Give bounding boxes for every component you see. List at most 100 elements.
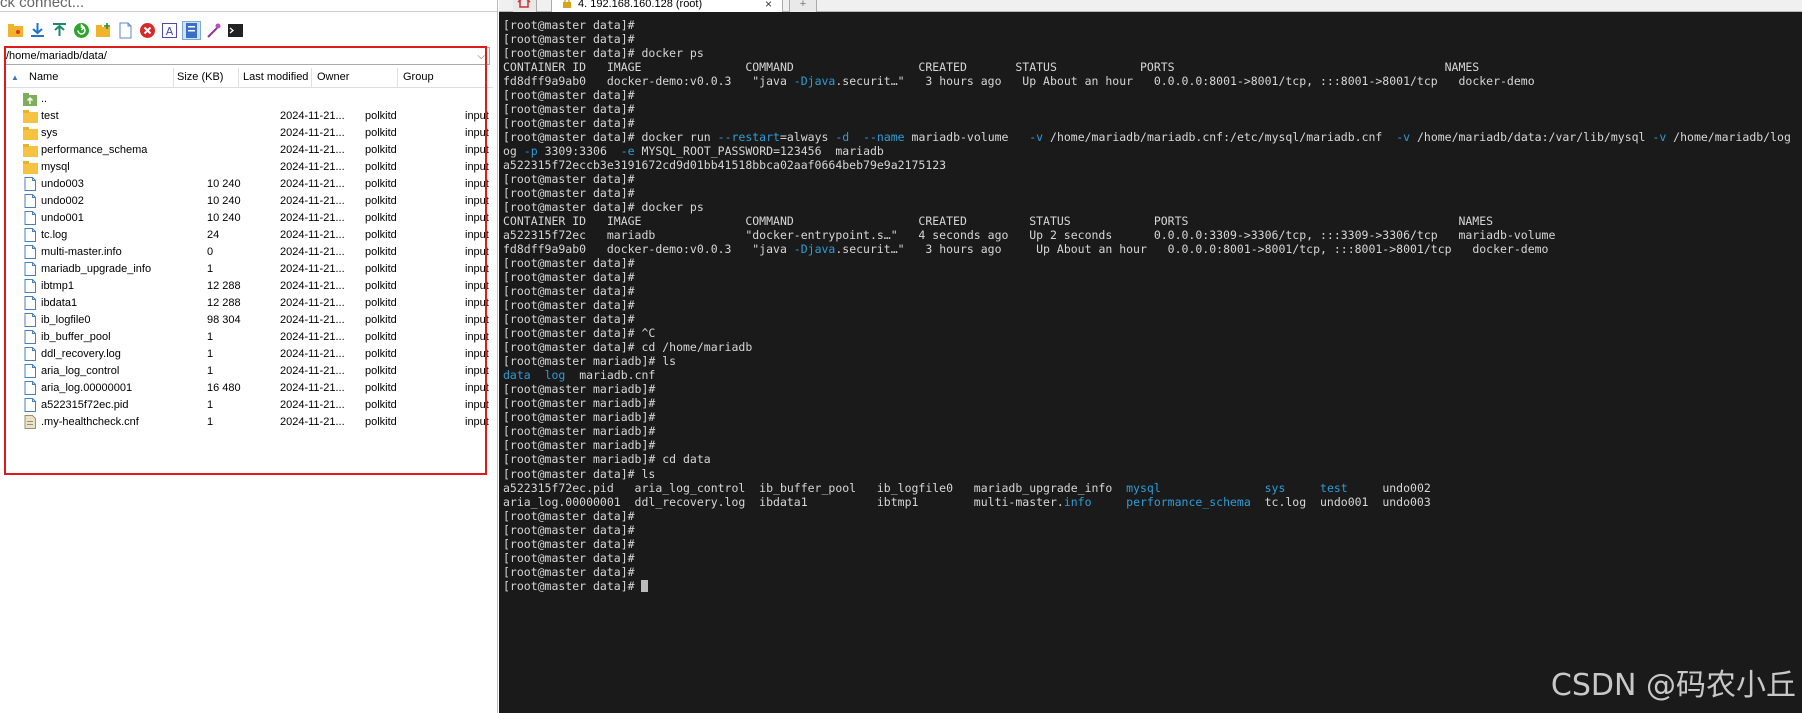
terminal-line: [root@master data]# (503, 579, 1791, 593)
file-name: ddl_recovery.log (41, 348, 121, 360)
file-name: tc.log (41, 229, 68, 241)
upload-icon[interactable] (50, 21, 69, 40)
terminal-text: [root@master data]# (503, 256, 635, 271)
file-group: input (465, 178, 489, 190)
terminal-line: [root@master data]# (503, 565, 1791, 579)
terminal-icon[interactable] (226, 21, 245, 40)
chevron-down-icon[interactable]: ⌵ (477, 49, 485, 65)
close-icon[interactable]: × (765, 0, 772, 11)
file-modified: 2024-11-21... (280, 161, 345, 173)
file-modified: 2024-11-21... (280, 195, 345, 207)
open-folder-icon[interactable] (6, 21, 25, 40)
column-modified[interactable]: Last modified (243, 71, 308, 83)
file-modified: 2024-11-21... (280, 382, 345, 394)
file-modified: 2024-11-21... (280, 144, 345, 156)
terminal-highlight-text: -Djava (793, 242, 836, 257)
quick-connect-bar[interactable]: ck connect... (0, 0, 497, 12)
terminal-text: [root@master data]# (503, 102, 635, 117)
terminal-text: 3309:3306 (537, 144, 621, 159)
file-row[interactable]: ibtmp1 12 288 2024-11-21... polkitd input (5, 278, 493, 295)
folder-icon (23, 127, 38, 140)
file-row[interactable]: ib_buffer_pool 1 2024-11-21... polkitd input (5, 329, 493, 346)
file-size: 12 288 (207, 280, 241, 292)
column-group[interactable]: Group (403, 71, 434, 83)
file-modified: 2024-11-21... (280, 365, 345, 377)
terminal-text: [root@master mariadb]# (503, 382, 656, 397)
terminal-highlight-text: sys (1264, 480, 1286, 495)
file-name: undo003 (41, 178, 84, 190)
terminal-line: [root@master mariadb]# (503, 438, 1791, 452)
terminal-line: fd8dff9a9ab0 docker-demo:v0.0.3 "java -D… (503, 74, 1791, 88)
terminal-output[interactable]: [root@master data]# [root@master data]# [r… (503, 18, 1791, 593)
file-row[interactable]: undo003 10 240 2024-11-21... polkitd input (5, 176, 493, 193)
file-name: sys (41, 127, 58, 139)
terminal-highlight-text: performance_schema (1126, 494, 1251, 509)
column-name[interactable]: Name (29, 71, 58, 83)
file-icon (24, 381, 36, 395)
file-row[interactable]: undo001 10 240 2024-11-21... polkitd input (5, 210, 493, 227)
file-row[interactable]: undo002 10 240 2024-11-21... polkitd input (5, 193, 493, 210)
file-row[interactable]: mariadb_upgrade_info 1 2024-11-21... polkit… (5, 261, 493, 278)
file-row[interactable]: sys 2024-11-21... polkitd input (5, 125, 493, 142)
file-icon (24, 262, 36, 276)
file-row[interactable]: aria_log.00000001 16 480 2024-11-21... polk… (5, 380, 493, 397)
terminal-highlight-text: --restart (717, 130, 780, 145)
properties-icon[interactable] (182, 21, 201, 40)
new-folder-icon[interactable] (94, 21, 113, 40)
terminal-line: [root@master mariadb]# (503, 382, 1791, 396)
terminal-line: [root@master mariadb]# (503, 410, 1791, 424)
file-group: input (465, 348, 489, 360)
terminal-text: [root@master data]# (503, 578, 642, 593)
chmod-icon[interactable] (204, 21, 223, 40)
tab-session[interactable]: 4. 192.168.160.128 (root) × (551, 0, 783, 12)
file-row[interactable]: mysql 2024-11-21... polkitd input (5, 159, 493, 176)
file-row[interactable]: ib_logfile0 98 304 2024-11-21... polkitd inp… (5, 312, 493, 329)
file-size: 16 480 (207, 382, 241, 394)
tab-home[interactable] (513, 0, 537, 12)
terminal-text: [root@master data]# (503, 186, 635, 201)
terminal-line: CONTAINER ID IMAGE COMMAND CREATED STATU… (503, 214, 1791, 228)
terminal-text: [root@master data]# ^C (503, 326, 656, 341)
file-row[interactable]: ibdata1 12 288 2024-11-21... polkitd input (5, 295, 493, 312)
session-tab-bar: 4. 192.168.160.128 (root) × + (499, 0, 1802, 12)
file-row[interactable]: .my-healthcheck.cnf 1 2024-11-21... polkitd… (5, 414, 493, 431)
terminal-text: a522315f72ec.pid aria_log_control ib_buf… (503, 480, 1127, 495)
terminal-text: aria_log.00000001 ddl_recovery.log ibdat… (503, 494, 1064, 509)
file-modified: 2024-11-21... (280, 229, 345, 241)
refresh-icon[interactable] (72, 21, 91, 40)
new-tab-button[interactable]: + (789, 0, 817, 12)
file-modified: 2024-11-21... (280, 263, 345, 275)
file-modified: 2024-11-21... (280, 110, 345, 122)
path-field[interactable]: /home/mariadb/data/ ⌵ (5, 47, 490, 65)
file-owner: polkitd (365, 416, 397, 428)
file-row[interactable]: aria_log_control 1 2024-11-21... polkitd inp… (5, 363, 493, 380)
file-group: input (465, 365, 489, 377)
file-row[interactable]: multi-master.info 0 2024-11-21... polkitd in… (5, 244, 493, 261)
file-row[interactable]: tc.log 24 2024-11-21... polkitd input (5, 227, 493, 244)
file-owner: polkitd (365, 212, 397, 224)
column-owner[interactable]: Owner (317, 71, 349, 83)
file-row[interactable]: test 2024-11-21... polkitd input (5, 108, 493, 125)
new-file-icon[interactable] (116, 21, 135, 40)
delete-icon[interactable] (138, 21, 157, 40)
file-name: mariadb_upgrade_info (41, 263, 152, 275)
terminal-line: [root@master data]# (503, 172, 1791, 186)
download-icon[interactable] (28, 21, 47, 40)
rename-icon[interactable]: A (160, 21, 179, 40)
lock-icon (563, 0, 571, 8)
terminal-text: fd8dff9a9ab0 docker-demo:v0.0.3 "java (503, 242, 794, 257)
file-row[interactable]: ddl_recovery.log 1 2024-11-21... polkitd inp… (5, 346, 493, 363)
terminal-cursor (641, 579, 649, 592)
terminal-line: [root@master data]# (503, 509, 1791, 523)
column-size[interactable]: Size (KB) (177, 71, 223, 83)
file-name: aria_log.00000001 (41, 382, 133, 394)
file-row[interactable]: a522315f72ec.pid 1 2024-11-21... polkitd inp… (5, 397, 493, 414)
terminal-line: a522315f72eccb3e3191672cd9d01bb41518bbca… (503, 158, 1791, 172)
file-icon (24, 194, 36, 208)
terminal-line: data log mariadb.cnf (503, 368, 1791, 382)
file-size: 0 (207, 246, 214, 258)
file-row[interactable]: .. (5, 91, 493, 108)
terminal-highlight-text: info (1063, 494, 1092, 509)
file-row[interactable]: performance_schema 2024-11-21... polkitd in… (5, 142, 493, 159)
